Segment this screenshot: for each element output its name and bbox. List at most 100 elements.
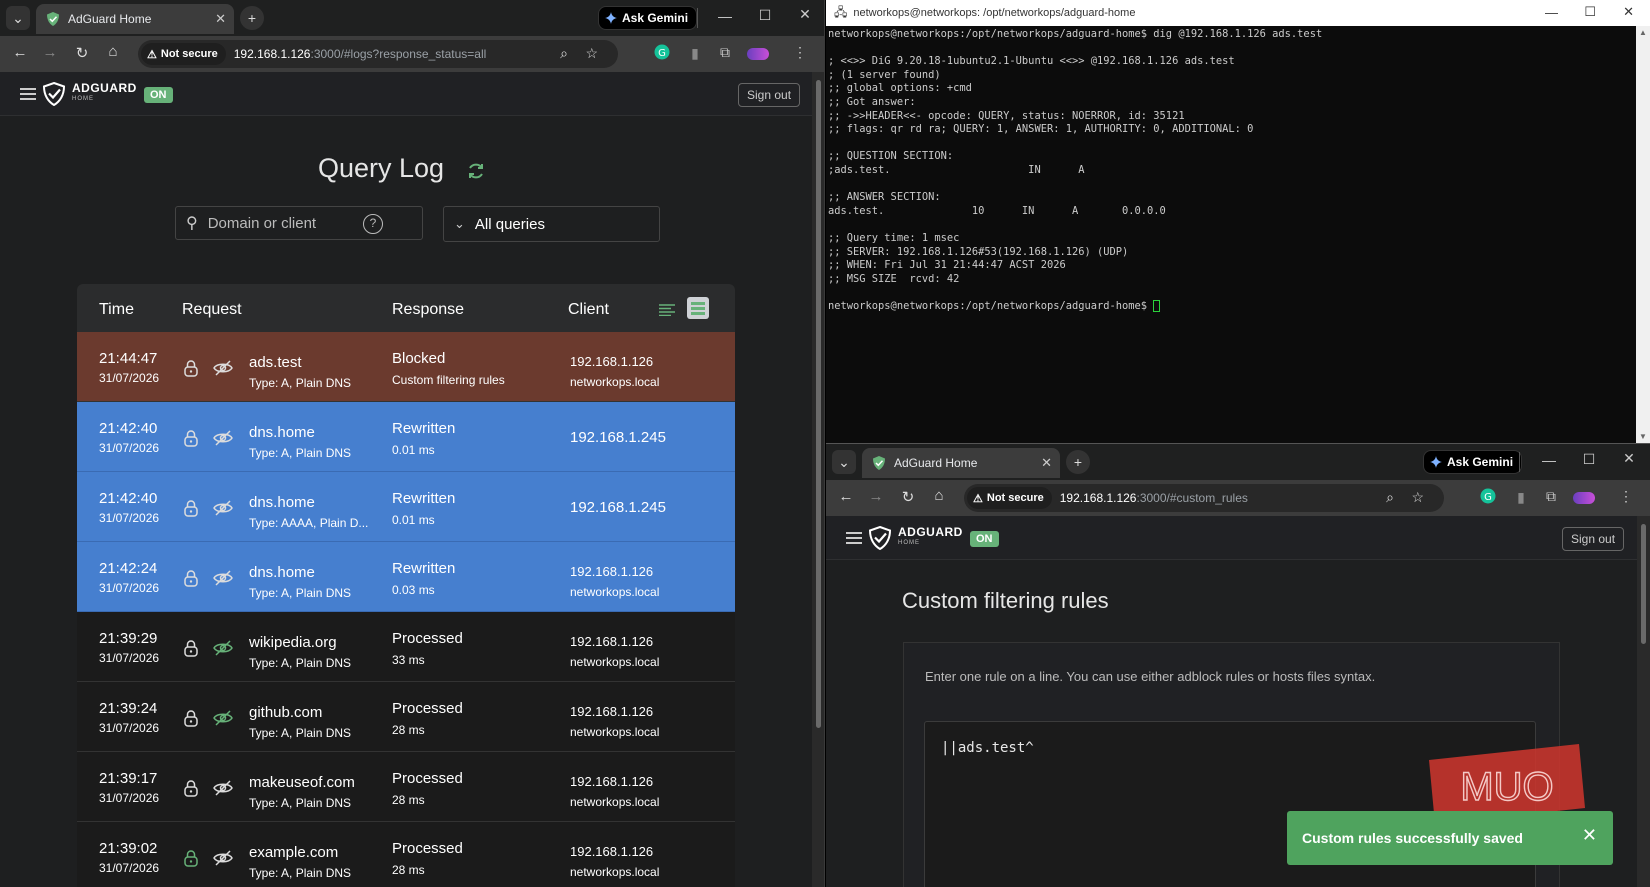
- sign-out-button[interactable]: Sign out: [738, 83, 801, 107]
- row-domain[interactable]: ads.test: [249, 354, 302, 371]
- close-window-button[interactable]: ✕: [1612, 450, 1646, 467]
- home-icon[interactable]: ⌂: [927, 487, 951, 504]
- menu-kebab-icon[interactable]: ⋮: [1615, 488, 1637, 505]
- col-client: Client: [568, 301, 609, 318]
- table-row[interactable]: 21:39:24 31/07/2026 github.com Type: A, …: [77, 682, 735, 752]
- close-tab-icon[interactable]: ✕: [215, 11, 226, 27]
- scrollbar-thumb[interactable]: [1641, 524, 1646, 644]
- bookmark-star-icon[interactable]: ☆: [585, 45, 598, 62]
- tab-search-button[interactable]: ⌄: [6, 6, 30, 30]
- close-tab-icon[interactable]: ✕: [1041, 455, 1052, 471]
- grammarly-icon[interactable]: G: [654, 44, 676, 60]
- not-secure-chip[interactable]: ⚠ Not secure: [967, 487, 1052, 509]
- reload-icon[interactable]: ↻: [896, 488, 920, 506]
- terminal-output[interactable]: networkops@networkops:/opt/networkops/ad…: [828, 28, 1633, 313]
- reload-icon[interactable]: ↻: [70, 44, 94, 62]
- table-row[interactable]: 21:39:29 31/07/2026 wikipedia.org Type: …: [77, 612, 735, 682]
- omnibox[interactable]: ⚠ Not secure 192.168.1.126:3000/#logs?re…: [138, 40, 618, 68]
- row-domain[interactable]: makeuseof.com: [249, 774, 355, 791]
- row-date: 31/07/2026: [99, 511, 160, 525]
- zoom-icon[interactable]: ⌕: [560, 45, 568, 62]
- table-row[interactable]: 21:39:02 31/07/2026 example.com Type: A,…: [77, 822, 735, 887]
- row-domain[interactable]: dns.home: [249, 424, 315, 441]
- encryption-lock-icon: [184, 570, 198, 587]
- address-bar-row: ← → ↻ ⌂ ⚠ Not secure 192.168.1.126:3000/…: [0, 36, 824, 72]
- extensions-puzzle-icon[interactable]: ⧉: [1540, 488, 1562, 505]
- browser-tab-adguard[interactable]: AdGuard Home ✕: [862, 448, 1060, 478]
- forward-arrow-icon[interactable]: →: [864, 488, 888, 505]
- maximize-button[interactable]: ☐: [1584, 4, 1596, 20]
- close-toast-icon[interactable]: ✕: [1582, 825, 1597, 846]
- tab-title: AdGuard Home: [894, 456, 978, 470]
- client-ip: 192.168.1.126: [570, 634, 654, 649]
- row-query-type: Type: A, Plain DNS: [249, 586, 352, 600]
- page-scrollbar[interactable]: [812, 72, 824, 887]
- extension-icon[interactable]: ▮: [684, 45, 706, 62]
- adguard-shield-icon: [47, 12, 59, 26]
- minimize-button[interactable]: —: [708, 8, 742, 24]
- grammarly-icon[interactable]: G: [1480, 488, 1502, 504]
- ask-gemini-button[interactable]: Ask Gemini: [1423, 450, 1523, 474]
- omnibox[interactable]: ⚠ Not secure 192.168.1.126:3000/#custom_…: [964, 484, 1444, 512]
- row-domain[interactable]: example.com: [249, 844, 338, 861]
- query-filter-select[interactable]: ⌄ All queries: [443, 206, 660, 242]
- row-domain[interactable]: github.com: [249, 704, 322, 721]
- zoom-icon[interactable]: ⌕: [1386, 489, 1394, 506]
- scrollbar-thumb[interactable]: [816, 80, 821, 728]
- home-icon[interactable]: ⌂: [101, 43, 125, 60]
- new-tab-button[interactable]: +: [1066, 450, 1090, 474]
- minimize-button[interactable]: —: [1532, 452, 1566, 468]
- hamburger-menu-icon[interactable]: [846, 532, 862, 544]
- scroll-down-arrow-icon[interactable]: ▼: [1639, 432, 1647, 441]
- table-row[interactable]: 21:42:24 31/07/2026 dns.home Type: A, Pl…: [77, 542, 735, 612]
- row-response-status: Processed: [392, 770, 463, 787]
- row-domain[interactable]: wikipedia.org: [249, 634, 337, 651]
- default-view-icon[interactable]: [687, 297, 709, 319]
- table-row[interactable]: 21:44:47 31/07/2026 ads.test Type: A, Pl…: [77, 332, 735, 402]
- ask-gemini-button[interactable]: Ask Gemini: [598, 6, 698, 30]
- sign-out-button[interactable]: Sign out: [1562, 527, 1625, 551]
- maximize-button[interactable]: ☐: [748, 7, 782, 24]
- terminal-scrollbar[interactable]: ▲ ▼: [1636, 26, 1650, 443]
- url-text[interactable]: 192.168.1.126:3000/#logs?response_status…: [234, 47, 487, 61]
- scroll-up-arrow-icon[interactable]: ▲: [1639, 28, 1647, 37]
- extension-icon[interactable]: ▮: [1510, 489, 1532, 506]
- profile-avatar[interactable]: [1573, 492, 1595, 504]
- row-domain[interactable]: dns.home: [249, 494, 315, 511]
- adguard-logo[interactable]: ADGUARD HOME: [42, 82, 137, 106]
- extensions-puzzle-icon[interactable]: ⧉: [714, 44, 736, 61]
- browser-tab-adguard[interactable]: AdGuard Home ✕: [36, 4, 234, 34]
- page-scrollbar[interactable]: [1637, 516, 1650, 887]
- hamburger-menu-icon[interactable]: [20, 88, 36, 100]
- compact-view-icon[interactable]: [659, 304, 675, 316]
- row-query-type: Type: A, Plain DNS: [249, 866, 352, 880]
- minimize-button[interactable]: —: [1545, 5, 1558, 20]
- bookmark-star-icon[interactable]: ☆: [1411, 489, 1424, 506]
- not-secure-chip[interactable]: ⚠ Not secure: [141, 43, 226, 65]
- client-name: networkops.local: [570, 725, 660, 739]
- forward-arrow-icon[interactable]: →: [38, 44, 62, 61]
- terminal-line: ;; MSG SIZE rcvd: 42: [828, 272, 960, 285]
- back-arrow-icon[interactable]: ←: [834, 488, 858, 505]
- back-arrow-icon[interactable]: ←: [8, 44, 32, 61]
- close-window-button[interactable]: ✕: [788, 6, 822, 23]
- close-window-button[interactable]: ✕: [1623, 4, 1634, 20]
- menu-kebab-icon[interactable]: ⋮: [789, 44, 811, 61]
- table-row[interactable]: 21:39:17 31/07/2026 makeuseof.com Type: …: [77, 752, 735, 822]
- tab-search-button[interactable]: ⌄: [832, 450, 856, 474]
- help-question-icon[interactable]: ?: [363, 214, 383, 234]
- refresh-icon[interactable]: [466, 161, 486, 181]
- new-tab-button[interactable]: +: [240, 6, 264, 30]
- url-text[interactable]: 192.168.1.126:3000/#custom_rules: [1060, 491, 1248, 505]
- brand-sub: HOME: [898, 540, 920, 546]
- toast-message: Custom rules successfully saved: [1302, 830, 1523, 846]
- profile-avatar[interactable]: [747, 48, 769, 60]
- domain-search-input[interactable]: ⚲ Domain or client ?: [175, 206, 423, 240]
- maximize-button[interactable]: ☐: [1572, 451, 1606, 468]
- table-row[interactable]: 21:42:40 31/07/2026 dns.home Type: AAAA,…: [77, 472, 735, 542]
- privacy-eye-slash-icon: [213, 640, 233, 656]
- table-row[interactable]: 21:42:40 31/07/2026 dns.home Type: A, Pl…: [77, 402, 735, 472]
- adguard-logo[interactable]: ADGUARD HOME: [868, 526, 963, 550]
- row-domain[interactable]: dns.home: [249, 564, 315, 581]
